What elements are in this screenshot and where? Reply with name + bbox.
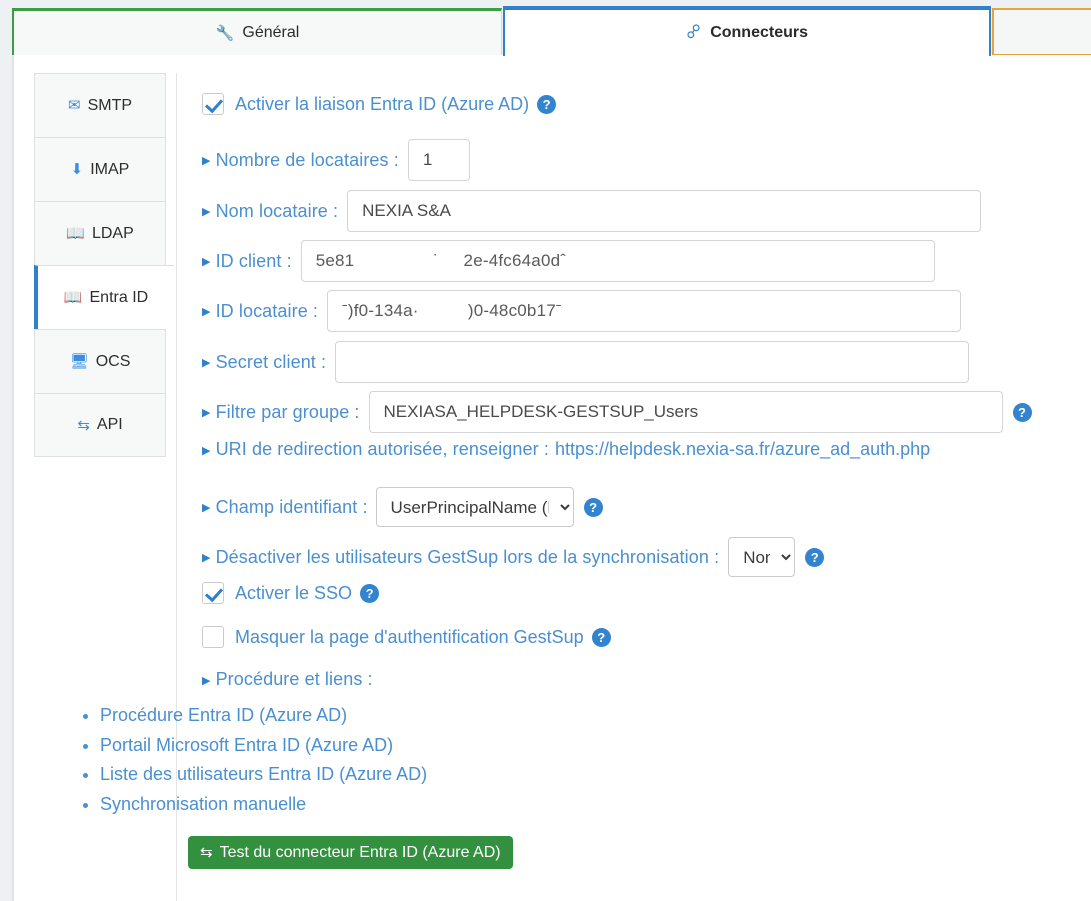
tab-third-partial[interactable] bbox=[992, 8, 1091, 56]
sidebar-item-ocs[interactable]: 🖥 OCS bbox=[34, 329, 166, 393]
group-filter-input[interactable] bbox=[368, 391, 1003, 433]
caret-right-icon: ▶ bbox=[202, 444, 211, 457]
link-procedure-entra-id[interactable]: Procédure Entra ID (Azure AD) bbox=[100, 705, 347, 725]
wrench-icon: 🔧 bbox=[215, 24, 235, 42]
hide-auth-page-label: Masquer la page d'authentification GestS… bbox=[235, 626, 584, 647]
caret-right-icon: ▶ bbox=[202, 674, 211, 687]
tab-general-label: Général bbox=[242, 24, 300, 41]
help-icon[interactable]: ? bbox=[537, 94, 557, 114]
client-id-input[interactable] bbox=[300, 240, 935, 282]
sidebar-item-imap[interactable]: ⬇ IMAP bbox=[34, 137, 166, 201]
sidebar-item-entraid[interactable]: 📖 Entra ID bbox=[34, 265, 174, 329]
link-synchronisation-manuelle[interactable]: Synchronisation manuelle bbox=[100, 794, 306, 814]
exchange-arrows-icon: ⇆ bbox=[200, 844, 213, 861]
list-item[interactable]: Liste des utilisateurs Entra ID (Azure A… bbox=[100, 760, 427, 790]
procedures-heading-row: ▶ Procédure et liens : bbox=[202, 669, 373, 690]
identifier-field-row: ▶ Champ identifiant : UserPrincipalName (… bbox=[202, 487, 603, 527]
caret-right-icon: ▶ bbox=[202, 552, 211, 565]
caret-right-icon: ▶ bbox=[202, 502, 211, 515]
tenant-name-input[interactable] bbox=[347, 190, 982, 232]
tenant-name-row: ▶ Nom locataire : bbox=[202, 190, 982, 232]
tenant-name-label: ▶ Nom locataire : bbox=[202, 200, 339, 221]
tenant-count-input[interactable] bbox=[407, 139, 470, 181]
enable-sso-checkbox[interactable] bbox=[202, 582, 224, 604]
disable-users-row: ▶ Désactiver les utilisateurs GestSup lor… bbox=[202, 537, 825, 577]
disable-users-label: ▶ Désactiver les utilisateurs GestSup lor… bbox=[202, 546, 720, 567]
tab-connecteurs[interactable]: ☍ Connecteurs bbox=[503, 6, 991, 56]
client-id-row: ▶ ID client : bbox=[202, 240, 935, 282]
caret-right-icon: ▶ bbox=[202, 407, 211, 420]
monitor-icon: 🖥 bbox=[69, 353, 89, 370]
group-filter-row: ▶Filtre par groupe : ? bbox=[202, 391, 1032, 433]
tab-general[interactable]: 🔧 Général bbox=[12, 8, 502, 56]
caret-right-icon: ▶ bbox=[202, 306, 211, 319]
client-secret-row: ▶ Secret client : bbox=[202, 341, 970, 383]
help-icon[interactable]: ? bbox=[591, 627, 611, 647]
caret-right-icon: ▶ bbox=[202, 357, 211, 370]
hide-auth-page-checkbox[interactable] bbox=[202, 626, 224, 648]
book-icon: 📖 bbox=[63, 289, 83, 306]
client-secret-label: ▶ Secret client : bbox=[202, 351, 327, 372]
caret-right-icon: ▶ bbox=[202, 256, 211, 269]
caret-right-icon: ▶ bbox=[202, 155, 211, 168]
settings-connectors-page: 🔧 Général ☍ Connecteurs ✉ SMTP ⬇ IMAP 📖 bbox=[0, 0, 1091, 901]
link-liste-utilisateurs-entra-id[interactable]: Liste des utilisateurs Entra ID (Azure A… bbox=[100, 764, 427, 784]
tenant-count-label: ▶ Nombre de locataires : bbox=[202, 149, 399, 170]
tenant-id-row: ▶ ID locataire : bbox=[202, 290, 962, 332]
sidebar-item-entraid-label: Entra ID bbox=[89, 288, 149, 306]
caret-right-icon: ▶ bbox=[202, 206, 211, 219]
sidebar-item-ocs-label: OCS bbox=[95, 352, 131, 370]
help-icon[interactable]: ? bbox=[360, 583, 380, 603]
tab-bar: 🔧 Général ☍ Connecteurs bbox=[0, 0, 1091, 56]
sidebar-item-ldap-label: LDAP bbox=[91, 224, 134, 242]
envelope-icon: ✉ bbox=[67, 97, 81, 114]
sidebar-item-ldap[interactable]: 📖 LDAP bbox=[34, 201, 166, 265]
exchange-arrows-icon: ⇆ bbox=[77, 416, 90, 434]
link-icon: ☍ bbox=[683, 21, 705, 44]
enable-sso-row: Activer le SSO ? bbox=[202, 582, 380, 604]
list-item[interactable]: Portail Microsoft Entra ID (Azure AD) bbox=[100, 731, 427, 761]
test-connector-button[interactable]: ⇆ Test du connecteur Entra ID (Azure AD) bbox=[188, 836, 513, 869]
tenant-id-label: ▶ ID locataire : bbox=[202, 300, 319, 321]
redirect-uri-value[interactable]: https://helpdesk.nexia-sa.fr/azure_ad_au… bbox=[555, 439, 930, 460]
procedure-links-list: Procédure Entra ID (Azure AD) Portail Mi… bbox=[50, 701, 427, 819]
connector-sidebar: ✉ SMTP ⬇ IMAP 📖 LDAP 📖 Entra ID 🖥 OCS ⇆ bbox=[34, 73, 174, 457]
book-icon: 📖 bbox=[66, 225, 85, 242]
list-item[interactable]: Procédure Entra ID (Azure AD) bbox=[100, 701, 427, 731]
sidebar-item-smtp[interactable]: ✉ SMTP bbox=[34, 73, 166, 137]
help-icon[interactable]: ? bbox=[583, 497, 603, 517]
identifier-field-select[interactable]: UserPrincipalName (Défaut) bbox=[375, 487, 574, 527]
list-item[interactable]: Synchronisation manuelle bbox=[100, 790, 427, 820]
identifier-field-label: ▶ Champ identifiant : bbox=[202, 496, 368, 517]
client-secret-input[interactable] bbox=[335, 341, 970, 383]
hide-auth-page-row: Masquer la page d'authentification GestS… bbox=[202, 626, 611, 648]
help-icon[interactable]: ? bbox=[805, 547, 825, 567]
enable-entra-checkbox[interactable] bbox=[202, 93, 224, 115]
redirect-uri-label: ▶ URI de redirection autorisée, renseigne… bbox=[202, 439, 549, 459]
enable-entra-row: Activer la liaison Entra ID (Azure AD) ? bbox=[202, 93, 557, 115]
link-portail-microsoft-entra-id[interactable]: Portail Microsoft Entra ID (Azure AD) bbox=[100, 735, 393, 755]
sidebar-item-smtp-label: SMTP bbox=[87, 96, 133, 114]
connectors-panel: ✉ SMTP ⬇ IMAP 📖 LDAP 📖 Entra ID 🖥 OCS ⇆ bbox=[12, 55, 1091, 901]
enable-entra-label: Activer la liaison Entra ID (Azure AD) bbox=[235, 93, 530, 114]
sidebar-item-api-label: API bbox=[96, 416, 123, 433]
test-connector-button-label: Test du connecteur Entra ID (Azure AD) bbox=[219, 843, 501, 861]
group-filter-label: ▶ Filtre par groupe : bbox=[202, 401, 360, 422]
sidebar-item-api[interactable]: ⇆ API bbox=[34, 393, 166, 457]
tab-connecteurs-label: Connecteurs bbox=[710, 24, 808, 41]
enable-sso-label: Activer le SSO bbox=[235, 582, 353, 603]
procedures-label: ▶ Procédure et liens : bbox=[202, 669, 373, 689]
help-icon[interactable]: ? bbox=[1012, 402, 1032, 422]
sidebar-item-imap-label: IMAP bbox=[90, 160, 130, 178]
disable-users-select[interactable]: Non bbox=[728, 537, 796, 577]
tenant-id-input[interactable] bbox=[327, 290, 962, 332]
client-id-label: ▶ ID client : bbox=[202, 250, 292, 271]
redirect-uri-row: ▶ URI de redirection autorisée, renseigne… bbox=[202, 439, 930, 460]
download-inbox-icon: ⬇ bbox=[70, 161, 84, 178]
tenant-count-row: ▶ Nombre de locataires : bbox=[202, 139, 470, 181]
